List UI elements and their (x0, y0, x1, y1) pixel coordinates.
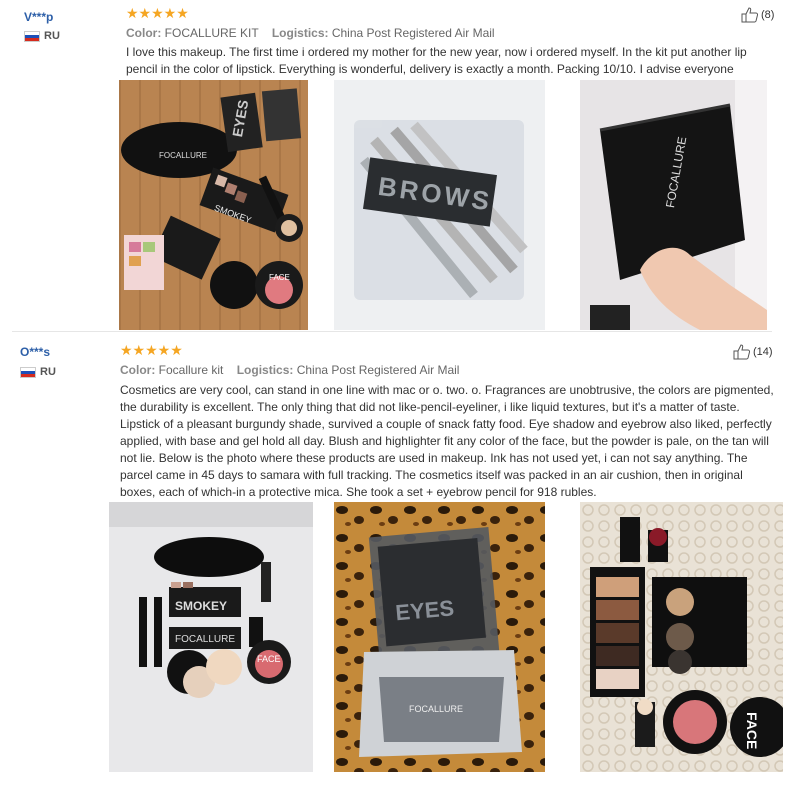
helpful-count: (14) (753, 346, 773, 358)
color-label: Color: (120, 363, 156, 377)
reviewer-name[interactable]: O***s (20, 345, 50, 359)
helpful-count: (8) (761, 9, 775, 21)
photo-text: FACE (257, 654, 281, 664)
review-text: I love this makeup. The first time i ord… (126, 45, 747, 76)
country-code: RU (40, 366, 56, 378)
photo-text: FACE (744, 712, 760, 749)
review-photo[interactable]: BROWS (334, 80, 545, 330)
review-photo[interactable]: FOCALLURE EYES SMOKEY FACE (119, 80, 308, 330)
review-2: O***s RU ★★★★★ Color: Focallure kit Logi… (0, 332, 800, 800)
rating-stars: ★★★★★ (120, 342, 183, 358)
thumbs-up-icon (741, 7, 759, 23)
review-photo[interactable]: FACE (580, 502, 783, 772)
photo-text: EYES (394, 595, 455, 625)
helpful-button[interactable]: (14) (733, 344, 773, 360)
russia-flag-icon (20, 366, 36, 378)
review-photo[interactable]: EYES FOCALLURE (334, 502, 545, 772)
color-value: FOCALLURE KIT (164, 26, 259, 40)
color-value: Focallure kit (158, 363, 224, 377)
country-code: RU (44, 30, 60, 42)
logistics-label: Logistics: (236, 363, 294, 377)
logistics-value: China Post Registered Air Mail (296, 363, 460, 377)
review-text: Cosmetics are very cool, can stand in on… (120, 383, 774, 499)
color-label: Color: (126, 26, 162, 40)
russia-flag-icon (24, 30, 40, 42)
review-photo[interactable]: SMOKEY FOCALLURE FACE (109, 502, 313, 772)
photo-text: FACE (269, 273, 290, 282)
thumbs-up-icon (733, 344, 751, 360)
review-meta: Color: FOCALLURE KIT Logistics: China Po… (126, 26, 495, 40)
reviewer-country: RU (20, 366, 56, 378)
photo-text: FOCALLURE (409, 704, 463, 714)
reviewer-name[interactable]: V***p (24, 10, 53, 24)
photo-text: FOCALLURE (159, 151, 207, 160)
review-1: V***p RU ★★★★★ Color: FOCALLURE KIT Logi… (0, 0, 800, 332)
logistics-value: China Post Registered Air Mail (331, 26, 495, 40)
photo-text: SMOKEY (175, 599, 227, 613)
photo-text: FOCALLURE (175, 634, 235, 645)
review-photo[interactable]: FOCALLURE (580, 80, 767, 330)
logistics-label: Logistics: (271, 26, 329, 40)
rating-stars: ★★★★★ (126, 5, 189, 21)
review-meta: Color: Focallure kit Logistics: China Po… (120, 363, 459, 377)
helpful-button[interactable]: (8) (741, 7, 774, 23)
reviewer-country: RU (24, 30, 60, 42)
